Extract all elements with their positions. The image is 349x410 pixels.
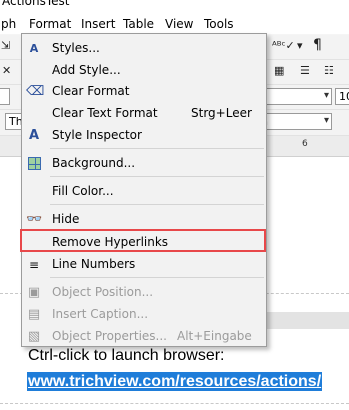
menu-item-label: Line Numbers bbox=[52, 257, 136, 271]
menu-item-clear-text-format[interactable]: Clear Text Format Strg+Leer bbox=[22, 103, 266, 124]
menu-tools[interactable]: Tools bbox=[204, 17, 234, 31]
menu-separator bbox=[50, 176, 264, 177]
clear-format-icon: ⌫ bbox=[26, 84, 45, 99]
bullet-list-icon[interactable]: ☰ bbox=[300, 64, 310, 77]
font-combo[interactable] bbox=[0, 88, 10, 105]
menu-item-label: Background... bbox=[52, 156, 136, 170]
spellcheck-icon[interactable]: ᴬᴮᶜ✓ bbox=[272, 39, 295, 52]
chevron-down-icon[interactable]: ▾ bbox=[324, 90, 329, 101]
style-inspector-icon: A bbox=[28, 128, 40, 143]
hyperlink[interactable]: www.trichview.com/resources/actions/ bbox=[27, 372, 323, 391]
menu-item-label: Style Inspector bbox=[52, 128, 142, 142]
menu-item-line-numbers[interactable]: ≡ Line Numbers bbox=[22, 254, 266, 275]
window-title: ActionsTest bbox=[2, 0, 70, 8]
background-icon bbox=[26, 156, 42, 172]
insert-caption-icon: ▤ bbox=[27, 307, 41, 322]
menu-item-label: Add Style... bbox=[52, 63, 121, 77]
title-bar: ActionsTest bbox=[0, 0, 349, 14]
menu-separator bbox=[50, 148, 264, 149]
menu-item-styles[interactable]: A Styles... bbox=[22, 38, 266, 59]
ruler-number: 6 bbox=[302, 139, 308, 149]
menu-item-background[interactable]: Background... bbox=[22, 153, 266, 174]
format-painter-icon[interactable]: ⇲ bbox=[1, 39, 10, 52]
style-combo-right[interactable]: h ▾ bbox=[261, 113, 332, 130]
menu-item-hide[interactable]: 👓 Hide bbox=[22, 209, 266, 230]
instruction-text: Ctrl-click to launch browser: bbox=[28, 347, 225, 364]
menu-item-label: Fill Color... bbox=[52, 184, 114, 198]
menu-item-fill-color[interactable]: Fill Color... bbox=[22, 181, 266, 202]
menu-item-insert-caption[interactable]: ▤ Insert Caption... bbox=[22, 304, 266, 325]
numbered-list-icon[interactable]: ☷ bbox=[324, 64, 334, 77]
menu-separator bbox=[50, 204, 264, 205]
menu-item-style-inspector[interactable]: A Style Inspector bbox=[22, 125, 266, 146]
page-break-line bbox=[0, 403, 349, 404]
styles-icon: A bbox=[29, 42, 39, 55]
paragraph-mark-icon[interactable]: ¶ bbox=[313, 37, 322, 53]
menu-item-shortcut: Alt+Eingabe bbox=[177, 329, 252, 343]
menu-item-label: Clear Text Format bbox=[52, 106, 158, 120]
app-window: ActionsTest ph Format Insert Table View … bbox=[0, 0, 349, 410]
font-size-value: 10 bbox=[339, 90, 349, 103]
menu-item-object-position[interactable]: ▣ Object Position... bbox=[22, 282, 266, 303]
object-properties-icon: ▧ bbox=[27, 329, 41, 344]
menu-view[interactable]: View bbox=[165, 17, 193, 31]
menu-item-label: Object Properties... bbox=[52, 329, 167, 343]
menu-bar: ph Format Insert Table View Tools bbox=[0, 14, 349, 34]
chevron-down-icon[interactable]: ▾ bbox=[297, 39, 303, 52]
font-name-combo[interactable]: ▾ bbox=[262, 88, 332, 105]
menu-item-label: Hide bbox=[52, 212, 80, 226]
hide-icon: 👓 bbox=[26, 212, 43, 227]
menu-item-label: Clear Format bbox=[52, 84, 130, 98]
menu-item-add-style[interactable]: Add Style... bbox=[22, 60, 266, 81]
menu-item-object-properties[interactable]: ▧ Object Properties... Alt+Eingabe bbox=[22, 326, 266, 347]
menu-item-label: Object Position... bbox=[52, 285, 154, 299]
menu-item-label: Styles... bbox=[52, 41, 100, 55]
menu-separator bbox=[50, 277, 264, 278]
menu-item-label: Insert Caption... bbox=[52, 307, 149, 321]
menu-format[interactable]: Format bbox=[29, 17, 71, 31]
chevron-down-icon[interactable]: ▾ bbox=[324, 115, 329, 126]
highlight-box bbox=[20, 229, 266, 252]
object-position-icon: ▣ bbox=[27, 285, 41, 300]
table-icon[interactable]: ▦ bbox=[274, 64, 284, 77]
menu-item-shortcut: Strg+Leer bbox=[191, 106, 252, 120]
menu-table[interactable]: Table bbox=[123, 17, 154, 31]
margin-band bbox=[266, 312, 349, 329]
menu-insert[interactable]: Insert bbox=[81, 17, 115, 31]
format-menu: A Styles... Add Style... ⌫ Clear Format … bbox=[21, 33, 267, 347]
menu-graph[interactable]: ph bbox=[1, 17, 16, 31]
menu-item-clear-format[interactable]: ⌫ Clear Format bbox=[22, 81, 266, 102]
font-size-combo[interactable]: 10 bbox=[335, 88, 349, 105]
line-numbers-icon: ≡ bbox=[28, 258, 40, 272]
close-icon[interactable]: ✕ bbox=[2, 64, 11, 77]
